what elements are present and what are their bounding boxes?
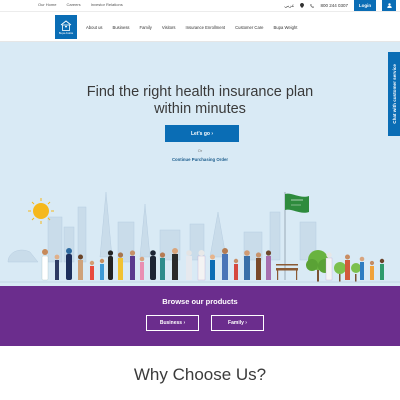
chat-customer-service-tab[interactable]: Chat with customer service	[388, 52, 400, 136]
hero-title-line2: within minutes	[154, 101, 246, 117]
family-button[interactable]: Family ›	[211, 315, 264, 331]
home-icon	[60, 19, 72, 31]
nav-visitors[interactable]: Visitors	[162, 25, 176, 30]
top-link-our-home[interactable]: Our Home	[38, 2, 56, 7]
hero-section: Find the right health insurance plan wit…	[0, 42, 400, 286]
main-navigation: Bupa Arabia About us Business Family Vis…	[0, 12, 400, 42]
nav-family[interactable]: Family	[140, 25, 152, 30]
logo-text: Bupa Arabia	[58, 31, 74, 35]
trees	[306, 250, 361, 282]
products-title: Browse our products	[162, 297, 238, 306]
business-button[interactable]: Business ›	[146, 315, 199, 331]
bench	[276, 264, 298, 280]
lets-go-button[interactable]: Let's go ›	[165, 125, 239, 142]
phone-number[interactable]: 800 244 0307	[320, 3, 348, 8]
nav-business[interactable]: Business	[113, 25, 130, 30]
brand-logo[interactable]: Bupa Arabia	[55, 15, 77, 39]
login-button[interactable]: Login	[354, 0, 376, 11]
hero-title: Find the right health insurance plan wit…	[0, 84, 400, 118]
top-utility-bar: Our Home Careers Investor Relations عربي…	[0, 0, 400, 12]
nav-insurance-enrollment[interactable]: Insurance Enrollment	[186, 25, 226, 30]
why-choose-us-section: Why Choose Us?	[0, 346, 400, 400]
top-link-investor-relations[interactable]: Investor Relations	[91, 2, 123, 7]
nav-links: About us Business Family Visitors Insura…	[86, 25, 297, 30]
location-pin-icon[interactable]	[300, 3, 305, 8]
phone-icon	[310, 3, 315, 8]
nav-bupa-weight[interactable]: Bupa Weight	[274, 25, 298, 30]
top-utilities: عربي 800 244 0307 Login	[284, 0, 396, 11]
products-section: Browse our products Business › Family ›	[0, 286, 400, 346]
continue-purchasing-link[interactable]: Continue Purchasing Order	[0, 157, 400, 162]
nav-customer-care[interactable]: Customer Care	[235, 25, 263, 30]
why-title: Why Choose Us?	[133, 365, 267, 384]
top-links: Our Home Careers Investor Relations	[38, 2, 123, 7]
chat-tab-label: Chat with customer service	[391, 64, 397, 124]
top-link-careers[interactable]: Careers	[66, 2, 80, 7]
hero-title-line1: Find the right health insurance plan	[86, 84, 314, 100]
user-icon[interactable]	[382, 0, 396, 11]
or-separator: Or	[197, 148, 203, 153]
hero-illustration	[0, 191, 400, 283]
language-switch[interactable]: عربي	[284, 3, 294, 9]
nav-about-us[interactable]: About us	[86, 25, 103, 30]
